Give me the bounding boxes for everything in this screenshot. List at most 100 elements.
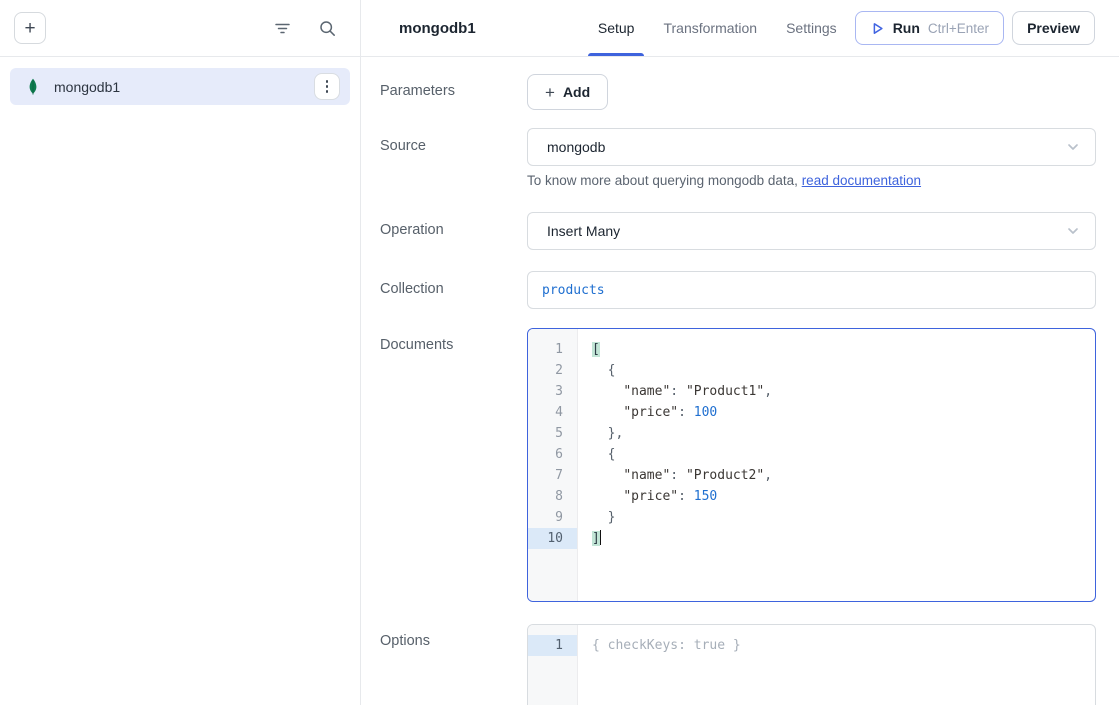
text-cursor — [600, 530, 602, 545]
gutter-line-number: 1 — [528, 339, 577, 360]
run-button[interactable]: Run Ctrl+Enter — [855, 11, 1004, 45]
query-tabs: Setup Transformation Settings — [596, 0, 839, 56]
code-token: "price" — [623, 405, 678, 420]
source-select-value: mongodb — [547, 139, 605, 155]
code-token — [592, 489, 623, 504]
play-icon — [870, 21, 885, 36]
source-row: Source mongodb To know more about queryi… — [380, 128, 1097, 188]
tab-setup[interactable]: Setup — [596, 0, 637, 56]
code-line[interactable]: { — [592, 444, 1095, 465]
code-line[interactable]: { — [592, 360, 1095, 381]
chevron-down-icon — [1065, 223, 1081, 239]
collection-input[interactable]: products — [527, 271, 1096, 309]
mongodb-leaf-icon — [25, 78, 41, 96]
sidebar-header-icons — [272, 18, 338, 39]
code-token: ] — [592, 531, 600, 546]
gutter-line-number: 8 — [528, 486, 577, 507]
gutter-line-number: 10 — [528, 528, 577, 549]
operation-select-value: Insert Many — [547, 223, 620, 239]
gutter-line-number: 6 — [528, 444, 577, 465]
documents-code[interactable]: [ { "name": "Product1", "price": 100 }, … — [578, 329, 1095, 601]
code-token: "Product2" — [686, 468, 764, 483]
code-token — [592, 468, 623, 483]
documents-row: Documents 12345678910 [ { "name": "Produ… — [380, 328, 1097, 602]
kebab-menu-icon — [326, 80, 329, 83]
preview-button[interactable]: Preview — [1012, 11, 1095, 45]
collection-row: Collection products — [380, 271, 1097, 309]
code-line[interactable]: "price": 150 — [592, 486, 1095, 507]
code-line[interactable]: "name": "Product1", — [592, 381, 1095, 402]
source-select[interactable]: mongodb — [527, 128, 1096, 166]
gutter-line-number: 2 — [528, 360, 577, 381]
operation-label: Operation — [380, 212, 527, 238]
read-documentation-link[interactable]: read documentation — [802, 173, 921, 188]
add-query-button[interactable]: + — [14, 12, 46, 44]
query-item-label: mongodb1 — [54, 79, 120, 95]
code-token: 150 — [694, 489, 717, 504]
tab-settings[interactable]: Settings — [784, 0, 839, 56]
parameters-row: Parameters + Add — [380, 74, 1097, 110]
search-icon[interactable] — [317, 18, 338, 39]
query-item-menu-button[interactable] — [314, 73, 340, 100]
code-token: , — [764, 384, 772, 399]
code-token: "Product1" — [686, 384, 764, 399]
gutter-line-number: 7 — [528, 465, 577, 486]
code-token: "name" — [623, 468, 670, 483]
options-code-editor[interactable]: 1 { checkKeys: true } — [527, 624, 1096, 705]
code-token — [592, 384, 623, 399]
filter-icon[interactable] — [272, 18, 293, 39]
source-helper-text: To know more about querying mongodb data… — [527, 173, 1096, 188]
documents-code-editor[interactable]: 12345678910 [ { "name": "Product1", "pri… — [527, 328, 1096, 602]
run-button-shortcut: Ctrl+Enter — [928, 21, 989, 36]
options-label: Options — [380, 624, 527, 649]
options-placeholder: { checkKeys: true } — [592, 635, 1095, 656]
plus-icon: + — [24, 19, 35, 38]
operation-select[interactable]: Insert Many — [527, 212, 1096, 250]
code-line[interactable]: } — [592, 507, 1095, 528]
parameters-label: Parameters — [380, 74, 527, 99]
code-line[interactable]: [ — [592, 339, 1095, 360]
code-token: }, — [592, 426, 623, 441]
code-token — [592, 405, 623, 420]
code-token: 100 — [694, 405, 717, 420]
query-title: mongodb1 — [399, 20, 476, 37]
documents-label: Documents — [380, 328, 527, 353]
operation-row: Operation Insert Many — [380, 212, 1097, 250]
gutter-line-number: 5 — [528, 423, 577, 444]
code-token: } — [592, 510, 615, 525]
query-list: mongodb1 — [0, 57, 360, 116]
add-parameter-label: Add — [563, 84, 590, 100]
gutter-line-number: 4 — [528, 402, 577, 423]
gutter-line-number: 9 — [528, 507, 577, 528]
code-line[interactable]: "price": 100 — [592, 402, 1095, 423]
query-sidebar: + — [0, 0, 361, 705]
code-token: "price" — [623, 489, 678, 504]
run-button-label: Run — [893, 20, 920, 36]
code-token: "name" — [623, 384, 670, 399]
chevron-down-icon — [1065, 139, 1081, 155]
query-list-item-mongodb1[interactable]: mongodb1 — [10, 68, 350, 105]
source-label: Source — [380, 128, 527, 154]
options-code[interactable]: { checkKeys: true } — [578, 625, 1095, 705]
code-token: : — [678, 489, 694, 504]
code-token: , — [764, 468, 772, 483]
options-gutter: 1 — [528, 625, 578, 705]
plus-icon: + — [545, 84, 555, 101]
sidebar-header: + — [0, 0, 360, 57]
query-header: mongodb1 Setup Transformation Settings R… — [361, 0, 1119, 57]
query-editor-app: + — [0, 0, 1119, 705]
code-token: [ — [592, 342, 600, 357]
code-line[interactable]: ] — [592, 528, 1095, 549]
query-main-panel: mongodb1 Setup Transformation Settings R… — [361, 0, 1119, 705]
code-token: { — [592, 447, 615, 462]
code-token: : — [670, 468, 686, 483]
code-line[interactable]: "name": "Product2", — [592, 465, 1095, 486]
code-token: { — [592, 363, 615, 378]
collection-label: Collection — [380, 271, 527, 297]
options-row: Options 1 { checkKeys: true } — [380, 624, 1097, 705]
add-parameter-button[interactable]: + Add — [527, 74, 608, 110]
tab-transformation[interactable]: Transformation — [661, 0, 759, 56]
gutter-line-number: 1 — [528, 635, 577, 656]
code-token: : — [670, 384, 686, 399]
code-line[interactable]: }, — [592, 423, 1095, 444]
